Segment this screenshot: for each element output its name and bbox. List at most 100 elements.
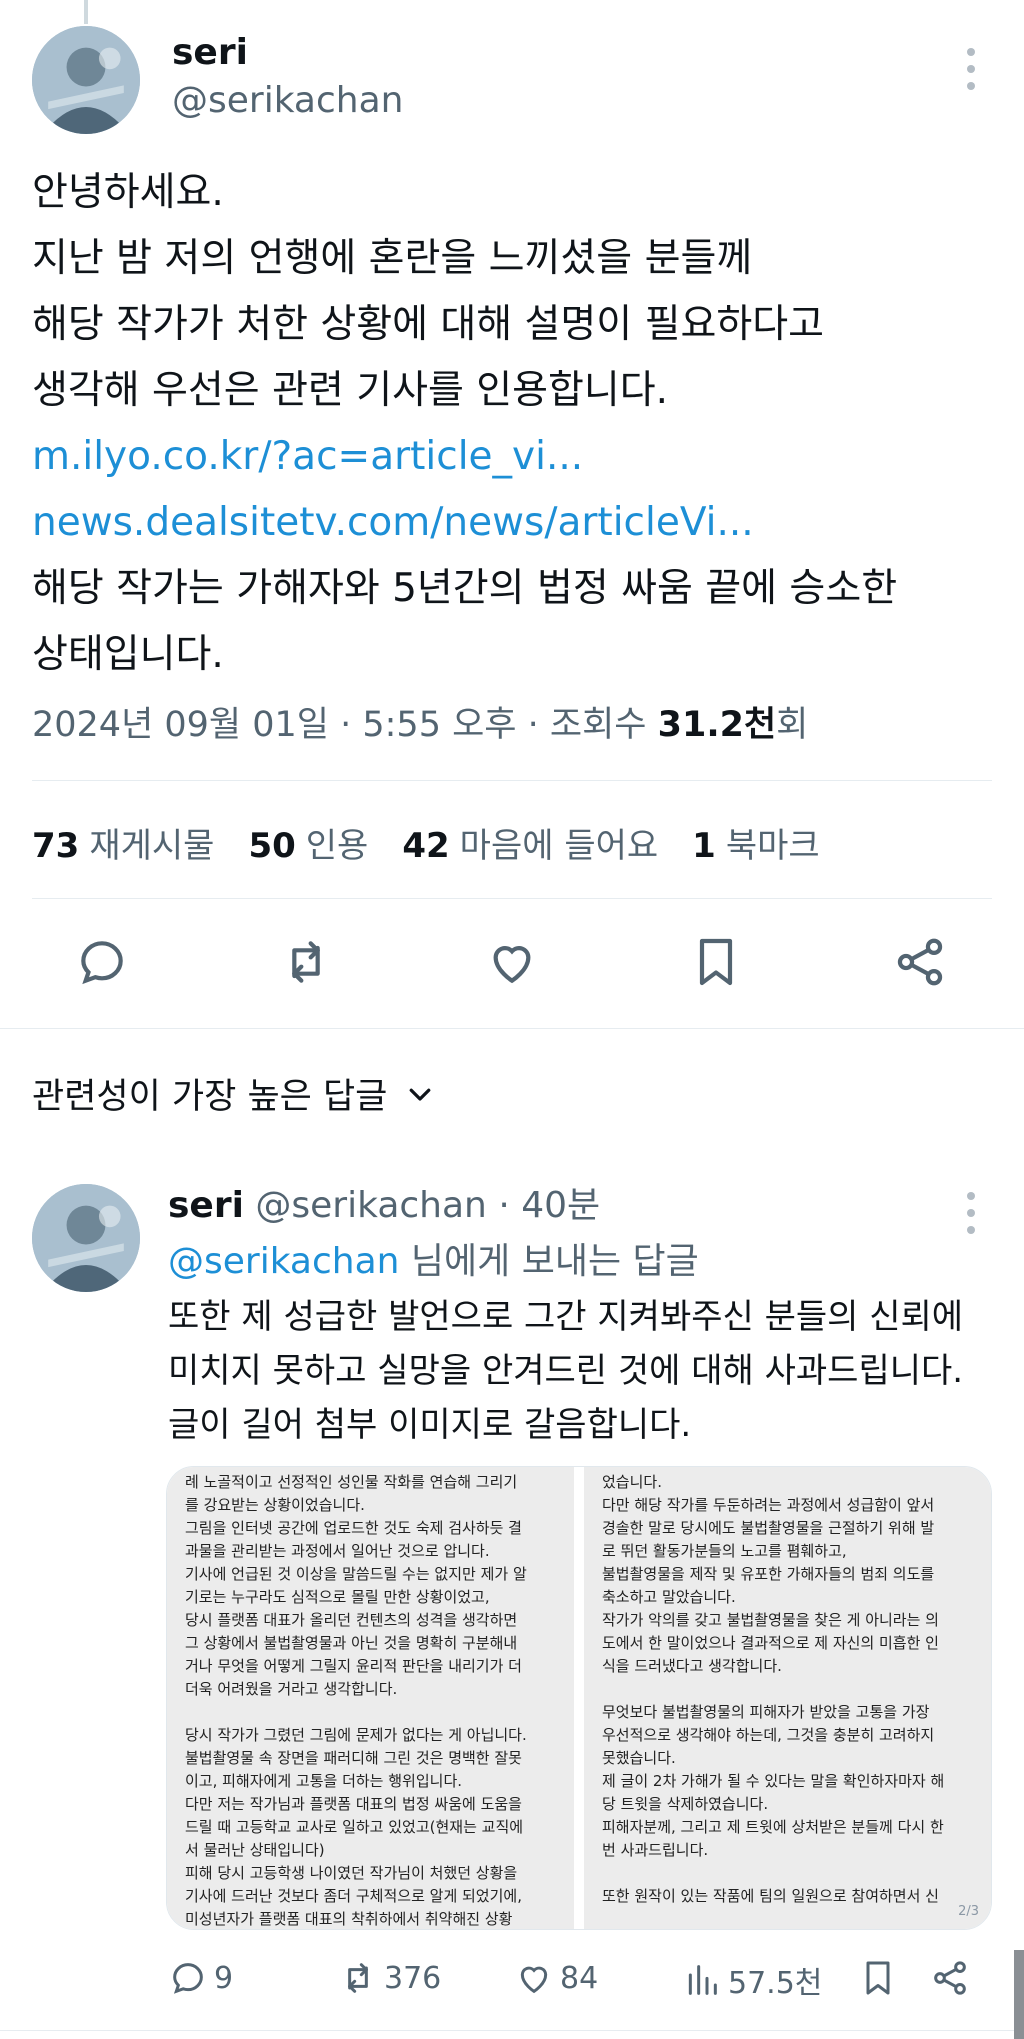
stat-reposts[interactable]: 73 재게시물 bbox=[32, 818, 214, 867]
bookmark-icon bbox=[866, 1961, 890, 1995]
divider bbox=[0, 1028, 1024, 1029]
image-text-line: 더욱 어려웠을 거라고 생각합니다. bbox=[185, 1680, 398, 1698]
retweet-button[interactable]: 376 bbox=[338, 1958, 441, 1998]
image-text-line: 축소하고 말았습니다. bbox=[602, 1588, 736, 1606]
chevron-down-icon bbox=[410, 1088, 431, 1101]
reply-time[interactable]: · 40분 bbox=[498, 1185, 600, 1226]
reply-text: 또한 제 성급한 발언으로 그간 지켜봐주신 분들의 신뢰에 미치지 못하고 실… bbox=[168, 1290, 998, 1452]
attached-images[interactable]: 례 노골적이고 선정적인 성인물 작화를 연습해 그리기를 강요받는 상황이었습… bbox=[166, 1466, 992, 1930]
replying-to-suffix: 님에게 보내는 답글 bbox=[399, 1241, 699, 1282]
image-text-line: 었습니다. bbox=[602, 1473, 662, 1491]
more-options-icon[interactable] bbox=[956, 1188, 986, 1238]
tweet-text-line: 해당 작가는 가해자와 5년간의 법정 싸움 끝에 승소한 bbox=[32, 566, 898, 611]
image-text-line: 그림을 인터넷 공간에 업로드한 것도 숙제 검사하듯 결 bbox=[185, 1519, 522, 1537]
reply-count: 9 bbox=[214, 1960, 234, 1996]
image-text-line: 과물을 관리받는 과정에서 일어난 것으로 압니다. bbox=[185, 1542, 490, 1560]
stat-bookmarks[interactable]: 1 북마크 bbox=[692, 818, 820, 867]
engagement-stats: 73 재게시물 50 인용 42 마음에 들어요 1 북마크 bbox=[32, 818, 820, 867]
tweet-text: 안녕하세요. 지난 밤 저의 언행에 혼란을 느끼셨을 분들께 해당 작가가 처… bbox=[32, 160, 1002, 688]
image-text-line: 피해 당시 고등학생 나이였던 작가님이 처했던 상황을 bbox=[185, 1864, 518, 1882]
article-link[interactable]: news.dealsitetv.com/news/articleVi... bbox=[32, 490, 1002, 556]
image-text-line: 번 사과드립니다. bbox=[602, 1841, 709, 1859]
image-text-line: 그 상황에서 불법촬영물과 아닌 것을 명확히 구분해내 bbox=[185, 1634, 518, 1652]
display-name[interactable]: seri bbox=[168, 1185, 244, 1226]
tweet-text-line: 생각해 우선은 관련 기사를 인용합니다. bbox=[32, 368, 669, 413]
bookmark-button[interactable] bbox=[858, 1958, 898, 1998]
reply-button[interactable]: 9 bbox=[168, 1958, 233, 1998]
image-text-line: 또한 원작이 있는 작품에 팀의 일원으로 참여하면서 신 bbox=[602, 1887, 939, 1905]
user-handle[interactable]: @serikachan bbox=[255, 1185, 486, 1226]
more-options-icon[interactable] bbox=[956, 44, 986, 94]
avatar[interactable] bbox=[32, 26, 140, 134]
image-text-line: 불법촬영물 속 장면을 패러디해 그린 것은 명백한 잘못 bbox=[185, 1749, 522, 1767]
reply-text-line: 미치지 못하고 실망을 안겨드린 것에 대해 사과드립니다. bbox=[168, 1351, 964, 1391]
retweet-icon[interactable] bbox=[278, 934, 334, 990]
timestamp[interactable]: 2024년 09월 01일 · 5:55 오후 · 조회수 bbox=[32, 705, 658, 745]
scrollbar-thumb[interactable] bbox=[1014, 1950, 1024, 2039]
like-button[interactable]: 84 bbox=[514, 1958, 598, 1998]
image-text-line: 이고, 피해자에게 고통을 더하는 행위입니다. bbox=[185, 1772, 463, 1790]
views-button[interactable]: 57.5천 bbox=[682, 1958, 822, 2002]
reply-icon bbox=[173, 1963, 203, 1994]
image-text-line: 무엇보다 불법촬영물의 피해자가 받았을 고통을 가장 bbox=[602, 1703, 930, 1721]
image-text-line: 거나 무엇을 어떻게 그릴지 윤리적 판단을 내리기가 더 bbox=[185, 1657, 522, 1675]
image-text-line: 다만 해당 작가를 두둔하려는 과정에서 성급함이 앞서 bbox=[602, 1496, 935, 1514]
image-text-line: 당시 플랫폼 대표가 올리던 컨텐츠의 성격을 생각하면 bbox=[185, 1611, 518, 1629]
avatar-image bbox=[32, 1184, 140, 1292]
view-count: 31.2천 bbox=[657, 705, 777, 745]
image-text-line: 드릴 때 고등학교 교사로 일하고 있었고(현재는 교직에 bbox=[185, 1818, 524, 1836]
mention-link[interactable]: @serikachan bbox=[168, 1241, 399, 1282]
reply-sort-dropdown[interactable]: 관련성이 가장 높은 답글 bbox=[32, 1068, 435, 1119]
image-text-line: 도에서 한 말이었으나 결과적으로 제 자신의 미흡한 인 bbox=[602, 1634, 939, 1652]
stat-count: 42 bbox=[402, 826, 450, 866]
reply-text-line: 글이 길어 첨부 이미지로 갈음합니다. bbox=[168, 1405, 692, 1445]
image-text-line: 못했습니다. bbox=[602, 1749, 676, 1767]
reply-icon[interactable] bbox=[74, 934, 130, 990]
view-count-suffix: 회 bbox=[776, 705, 809, 745]
article-link[interactable]: m.ilyo.co.kr/?ac=article_vi... bbox=[32, 424, 1002, 490]
sort-label: 관련성이 가장 높은 답글 bbox=[32, 1077, 388, 1117]
divider bbox=[32, 898, 992, 899]
image-text-line: 경솔한 말로 당시에도 불법촬영물을 근절하기 위해 발 bbox=[602, 1519, 935, 1537]
avatar-image bbox=[32, 26, 140, 134]
attached-image-right[interactable]: 었습니다. 다만 해당 작가를 두둔하려는 과정에서 성급함이 앞서경솔한 말로 … bbox=[584, 1467, 991, 1929]
image-text-line: 다만 저는 작가님과 플랫폼 대표의 법정 싸움에 도움을 bbox=[185, 1795, 522, 1813]
attached-image-left[interactable]: 례 노골적이고 선정적인 성인물 작화를 연습해 그리기를 강요받는 상황이었습… bbox=[167, 1467, 574, 1929]
image-text-line: 를 강요받는 상황이었습니다. bbox=[185, 1496, 365, 1514]
tweet-text-line: 해당 작가가 처한 상황에 대해 설명이 필요하다고 bbox=[32, 302, 824, 347]
reply-header: seri @serikachan · 40분 bbox=[168, 1176, 600, 1228]
views-icon bbox=[688, 1965, 717, 1995]
image-text-line bbox=[602, 1678, 973, 1701]
image-text-line: 당시 작가가 그렸던 그림에 문제가 없다는 게 아닙니다. bbox=[185, 1726, 527, 1744]
bookmark-icon[interactable] bbox=[688, 934, 744, 990]
image-text-line bbox=[185, 1701, 556, 1724]
share-icon bbox=[934, 1961, 966, 1995]
thread-connector-line bbox=[84, 0, 88, 24]
stat-count: 1 bbox=[692, 826, 716, 866]
stat-quotes[interactable]: 50 인용 bbox=[248, 818, 368, 867]
image-text-line: 작가가 악의를 갖고 불법촬영물을 찾은 게 아니라는 의 bbox=[602, 1611, 939, 1629]
retweet-count: 376 bbox=[384, 1960, 442, 1996]
replying-to: @serikachan 님에게 보내는 답글 bbox=[168, 1232, 699, 1284]
avatar[interactable] bbox=[32, 1184, 140, 1292]
stat-label: 재게시물 bbox=[89, 826, 215, 866]
share-icon[interactable] bbox=[892, 934, 948, 990]
user-handle[interactable]: @serikachan bbox=[172, 80, 403, 121]
reply-action-bar: 9 376 84 57.5천 bbox=[0, 1958, 1024, 2008]
tweet-text-line: 지난 밤 저의 언행에 혼란을 느끼셨을 분들께 bbox=[32, 236, 753, 281]
divider bbox=[32, 780, 992, 781]
stat-label: 북마크 bbox=[725, 826, 820, 866]
image-text-line: 례 노골적이고 선정적인 성인물 작화를 연습해 그리기 bbox=[185, 1473, 518, 1491]
image-count-badge: 2/3 bbox=[958, 1904, 979, 1919]
image-text-line: 기로는 누구라도 심적으로 몰릴 만한 상황이었고, bbox=[185, 1588, 490, 1606]
tweet-action-bar bbox=[0, 934, 1024, 994]
like-icon[interactable] bbox=[484, 934, 540, 990]
like-icon bbox=[520, 1966, 548, 1994]
stat-likes[interactable]: 42 마음에 들어요 bbox=[402, 818, 658, 867]
image-text-line: 제 글이 2차 가해가 될 수 있다는 말을 확인하자마자 해 bbox=[602, 1772, 945, 1790]
reply-text-line: 또한 제 성급한 발언으로 그간 지켜봐주신 분들의 신뢰에 bbox=[168, 1297, 964, 1337]
tweet-text-line: 상태입니다. bbox=[32, 632, 224, 677]
display-name[interactable]: seri bbox=[172, 32, 248, 73]
share-button[interactable] bbox=[930, 1958, 970, 1998]
stat-count: 50 bbox=[248, 826, 296, 866]
